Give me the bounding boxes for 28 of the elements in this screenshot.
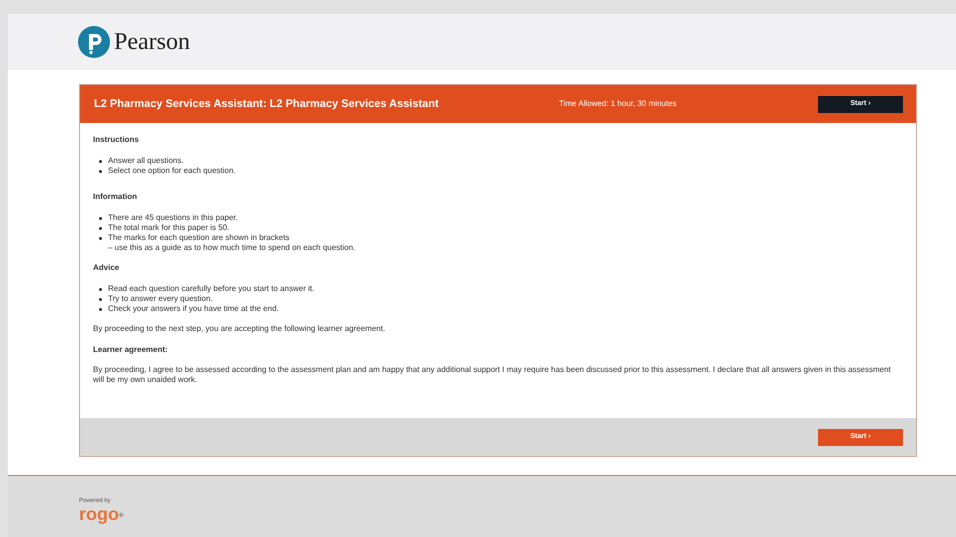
bullet-icon [99, 237, 102, 240]
list-item-text: There are 45 questions in this paper. [108, 213, 238, 223]
rogo-logo: rogo$^{®}$ [79, 505, 124, 523]
section-heading: Advice [93, 263, 120, 273]
list-item-text: Try to answer every question. [108, 294, 213, 304]
list-item-text: The marks for each question are shown in brackets [108, 233, 290, 243]
list-item-text: Select one option for each question. [108, 166, 236, 176]
exam-title: L2 Pharmacy Services Assistant: L2 Pharmacy Services Assistant [94, 96, 440, 112]
list-item-text: Answer all questions. [108, 156, 184, 166]
list-item-note: – use this as a guide as to how much time to spend on each question. [108, 243, 356, 253]
bullet-icon [99, 170, 102, 173]
bullet-icon [99, 288, 102, 291]
brand-name: Pearson [114, 28, 190, 57]
section-heading: Information [93, 192, 138, 202]
list-item-text: Check your answers if you have time at the end. [108, 304, 279, 314]
bullet-icon [99, 217, 102, 220]
agreement-text: By proceeding, I agree to be assessed according to the assessment plan and am happy that any additional support I may require has been discussed prior to this assessment. I declare that all answers given in this assessment will be my own unaided work. [93, 365, 892, 385]
list-item-text: The total mark for this paper is 50. [108, 223, 230, 233]
proceed-note: By proceeding to the next step, you are accepting the following learner agreement. [93, 324, 386, 334]
section-heading: Learner agreement: [93, 345, 169, 355]
list-item-text: Read each question carefully before you start to answer it. [108, 284, 314, 294]
bullet-icon [99, 298, 102, 301]
bullet-icon [99, 308, 102, 311]
bullet-icon [99, 160, 102, 163]
section-heading: Instructions [93, 135, 140, 145]
pearson-logo-icon [78, 26, 110, 58]
time-allowed: Time Allowed: 1 hour, 30 minutes [559, 98, 678, 110]
bullet-icon [99, 227, 102, 230]
